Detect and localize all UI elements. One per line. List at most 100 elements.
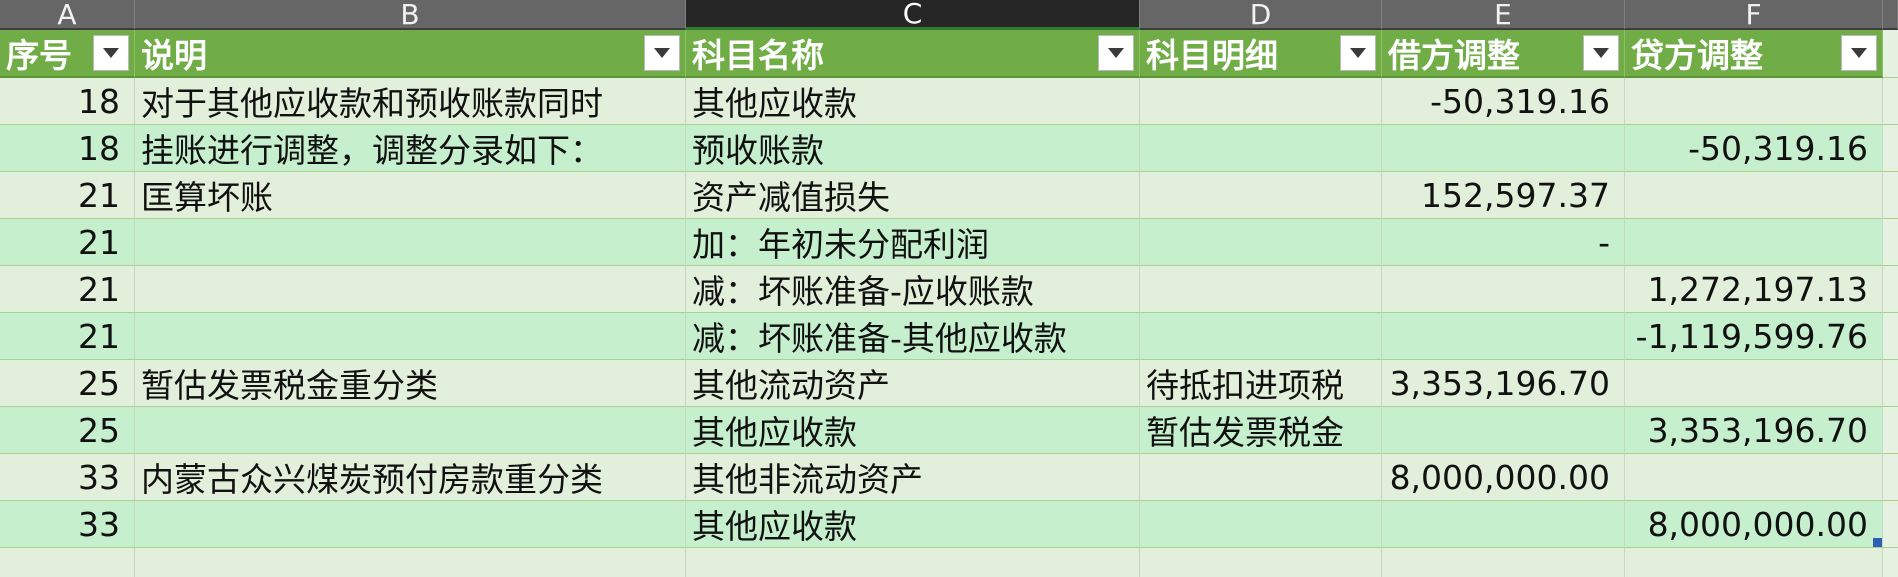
cell-debit[interactable] [1382, 407, 1625, 454]
cell-debit[interactable] [1382, 501, 1625, 548]
cell-detail[interactable] [1140, 125, 1382, 172]
cell-detail[interactable] [1140, 501, 1382, 548]
cell-detail[interactable] [1140, 219, 1382, 266]
empty-cell[interactable] [1625, 548, 1883, 577]
cell-credit[interactable]: -1,119,599.76 [1625, 313, 1883, 360]
empty-cell[interactable] [1382, 548, 1625, 577]
cell-seq[interactable]: 21 [0, 172, 135, 219]
cell-credit[interactable] [1625, 172, 1883, 219]
empty-cell[interactable] [686, 548, 1140, 577]
cell-debit[interactable]: 3,353,196.70 [1382, 360, 1625, 407]
column-header-d[interactable]: D [1140, 0, 1382, 31]
cell-account[interactable]: 其他流动资产 [686, 360, 1140, 407]
cell-desc[interactable]: 内蒙古众兴煤炭预付房款重分类 [135, 454, 686, 501]
cell-account[interactable]: 资产减值损失 [686, 172, 1140, 219]
cell-account[interactable]: 其他非流动资产 [686, 454, 1140, 501]
cell-seq[interactable]: 33 [0, 501, 135, 548]
filter-dropdown-button[interactable] [1340, 35, 1376, 71]
cell-desc[interactable] [135, 219, 686, 266]
table-header-debit[interactable]: 借方调整 [1382, 30, 1625, 78]
column-header-g[interactable] [1883, 0, 1898, 30]
column-header-e[interactable]: E [1382, 0, 1625, 31]
filter-dropdown-button[interactable] [93, 35, 129, 71]
cell-account[interactable]: 减：坏账准备-应收账款 [686, 266, 1140, 313]
empty-cell[interactable] [1883, 454, 1898, 501]
column-header-c[interactable]: C [686, 0, 1140, 30]
cell-account[interactable]: 加：年初未分配利润 [686, 219, 1140, 266]
cell-detail[interactable]: 暂估发票税金 [1140, 407, 1382, 454]
empty-cell[interactable] [1883, 30, 1898, 78]
table-header-detail[interactable]: 科目明细 [1140, 30, 1382, 78]
filter-dropdown-button[interactable] [1841, 35, 1877, 71]
cell-seq[interactable]: 18 [0, 78, 135, 125]
empty-cell[interactable] [135, 548, 686, 577]
cell-debit[interactable]: -50,319.16 [1382, 78, 1625, 125]
cell-credit[interactable]: 1,272,197.13 [1625, 266, 1883, 313]
empty-cell[interactable] [1883, 219, 1898, 266]
empty-cell[interactable] [1140, 548, 1382, 577]
empty-cell[interactable] [1883, 501, 1898, 548]
cell-account[interactable]: 其他应收款 [686, 501, 1140, 548]
cell-debit[interactable]: 8,000,000.00 [1382, 454, 1625, 501]
cell-detail[interactable] [1140, 313, 1382, 360]
cell-credit[interactable]: 3,353,196.70 [1625, 407, 1883, 454]
empty-cell[interactable] [1883, 313, 1898, 360]
cell-desc[interactable] [135, 501, 686, 548]
cell-seq[interactable]: 33 [0, 454, 135, 501]
table-header-desc[interactable]: 说明 [135, 30, 686, 78]
cell-seq[interactable]: 21 [0, 313, 135, 360]
cell-credit[interactable] [1625, 360, 1883, 407]
filter-dropdown-button[interactable] [1583, 35, 1619, 71]
cell-debit[interactable] [1382, 266, 1625, 313]
cell-credit[interactable]: -50,319.16 [1625, 125, 1883, 172]
cell-detail[interactable] [1140, 78, 1382, 125]
table-header-account[interactable]: 科目名称 [686, 30, 1140, 78]
cell-detail[interactable] [1140, 266, 1382, 313]
column-header-f[interactable]: F [1625, 0, 1883, 31]
cell-seq[interactable]: 21 [0, 219, 135, 266]
empty-cell[interactable] [1883, 407, 1898, 454]
cell-seq[interactable]: 21 [0, 266, 135, 313]
cell-seq[interactable]: 25 [0, 360, 135, 407]
cell-seq[interactable]: 25 [0, 407, 135, 454]
cell-account[interactable]: 预收账款 [686, 125, 1140, 172]
cell-account[interactable]: 其他应收款 [686, 78, 1140, 125]
filter-dropdown-button[interactable] [1098, 35, 1134, 71]
table-header-credit[interactable]: 贷方调整 [1625, 30, 1883, 78]
cell-seq[interactable]: 18 [0, 125, 135, 172]
empty-cell[interactable] [0, 548, 135, 577]
cell-detail[interactable] [1140, 454, 1382, 501]
cell-credit[interactable] [1625, 78, 1883, 125]
cell-desc[interactable]: 挂账进行调整，调整分录如下： [135, 125, 686, 172]
cell-account[interactable]: 其他应收款 [686, 407, 1140, 454]
cell-desc[interactable]: 匡算坏账 [135, 172, 686, 219]
table-resize-handle-icon[interactable] [1873, 538, 1882, 547]
cell-desc[interactable]: 对于其他应收款和预收账款同时 [135, 78, 686, 125]
cell-debit[interactable] [1382, 313, 1625, 360]
chevron-down-icon [1350, 48, 1366, 58]
cell-account[interactable]: 减：坏账准备-其他应收款 [686, 313, 1140, 360]
table-header-seq[interactable]: 序号 [0, 30, 135, 78]
empty-cell[interactable] [1883, 172, 1898, 219]
cell-debit[interactable] [1382, 125, 1625, 172]
cell-credit[interactable]: 8,000,000.00 [1625, 501, 1883, 548]
cell-desc[interactable] [135, 266, 686, 313]
empty-cell[interactable] [1883, 266, 1898, 313]
filter-dropdown-button[interactable] [644, 35, 680, 71]
cell-debit[interactable]: 152,597.37 [1382, 172, 1625, 219]
cell-desc[interactable] [135, 407, 686, 454]
cell-desc[interactable] [135, 313, 686, 360]
empty-cell[interactable] [1883, 125, 1898, 172]
cell-credit[interactable] [1625, 219, 1883, 266]
cell-detail[interactable]: 待抵扣进项税 [1140, 360, 1382, 407]
empty-cell[interactable] [1883, 360, 1898, 407]
column-header-a[interactable]: A [0, 0, 135, 31]
cell-detail[interactable] [1140, 172, 1382, 219]
cell-desc[interactable]: 暂估发票税金重分类 [135, 360, 686, 407]
empty-cell[interactable] [1883, 548, 1898, 577]
cell-credit[interactable] [1625, 454, 1883, 501]
cell-debit[interactable]: - [1382, 219, 1625, 266]
chevron-down-icon [103, 48, 119, 58]
column-header-b[interactable]: B [135, 0, 686, 31]
empty-cell[interactable] [1883, 78, 1898, 125]
